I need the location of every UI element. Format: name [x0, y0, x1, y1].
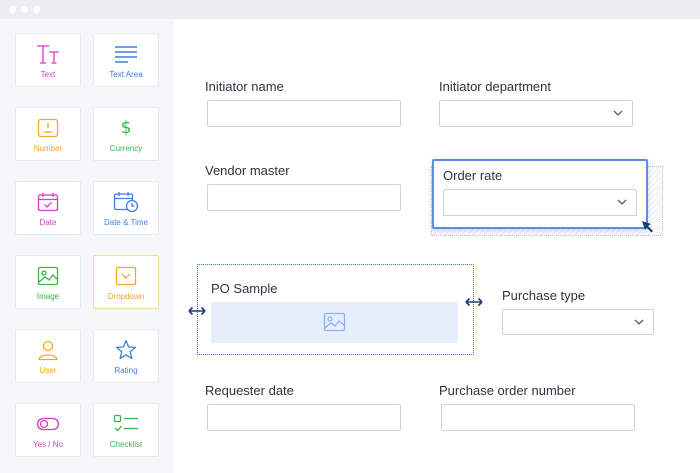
- vendor-master-label: Vendor master: [205, 163, 290, 178]
- chevron-down-icon: [634, 319, 644, 325]
- palette-tile-image[interactable]: Image: [15, 255, 81, 309]
- palette-tile-label: Number: [33, 144, 63, 153]
- order-rate-label: Order rate: [443, 168, 503, 183]
- palette-tile-label: Date: [39, 218, 57, 227]
- image-placeholder[interactable]: [211, 302, 458, 343]
- purchase-type-label: Purchase type: [502, 288, 586, 303]
- vendor-master-input[interactable]: [207, 184, 401, 211]
- resize-handle-left-icon[interactable]: [188, 305, 206, 317]
- chevron-down-icon: [617, 199, 627, 205]
- text-icon: [16, 43, 80, 65]
- initiator-name-input[interactable]: [207, 100, 401, 127]
- palette-tile-number[interactable]: Number: [15, 107, 81, 161]
- window-dot[interactable]: [9, 6, 16, 13]
- initiator-department-select[interactable]: [439, 100, 633, 127]
- chevron-down-icon: [613, 110, 623, 116]
- palette-tile-date-time[interactable]: Date & Time: [93, 181, 159, 235]
- order-rate-field-card[interactable]: Order rate: [432, 159, 648, 229]
- initiator-department-label: Initiator department: [439, 79, 552, 94]
- date-icon: [16, 191, 80, 213]
- palette-tile-checklist[interactable]: Checklist: [93, 403, 159, 457]
- palette-tile-dropdown[interactable]: Dropdown: [93, 255, 159, 309]
- initiator-name-label: Initiator name: [205, 79, 284, 94]
- palette-tile-label: Checklist: [109, 440, 143, 449]
- palette-tile-yes-no[interactable]: Yes / No: [15, 403, 81, 457]
- purchase-type-select[interactable]: [502, 309, 654, 335]
- field-palette: Text Text Area Number $ Currency Date Da…: [0, 19, 174, 473]
- po-sample-label: PO Sample: [211, 281, 278, 296]
- palette-tile-label: Dropdown: [107, 292, 145, 301]
- image-icon: [323, 312, 346, 332]
- palette-tile-label: Text: [40, 70, 56, 79]
- palette-tile-date[interactable]: Date: [15, 181, 81, 235]
- resize-cursor-icon: [642, 221, 653, 233]
- palette-tile-rating[interactable]: Rating: [93, 329, 159, 383]
- palette-tile-currency[interactable]: $ Currency: [93, 107, 159, 161]
- palette-tile-user[interactable]: User: [15, 329, 81, 383]
- palette-tile-label: Date & Time: [103, 218, 148, 227]
- palette-tile-label: Yes / No: [33, 440, 63, 449]
- palette-tile-label: Text Area: [109, 70, 143, 79]
- resize-handle-right-icon[interactable]: [465, 296, 483, 308]
- purchase-order-number-label: Purchase order number: [439, 383, 576, 398]
- order-rate-select[interactable]: [443, 189, 637, 216]
- window-dot[interactable]: [33, 6, 40, 13]
- requester-date-input[interactable]: [207, 404, 401, 431]
- requester-date-label: Requester date: [205, 383, 294, 398]
- rating-icon: [94, 339, 158, 361]
- form-builder-window: Text Text Area Number $ Currency Date Da…: [0, 0, 700, 473]
- date-time-icon: [94, 191, 158, 213]
- toggle-icon: [16, 413, 80, 435]
- currency-icon: $: [120, 118, 132, 138]
- palette-tile-label: Currency: [109, 144, 143, 153]
- window-titlebar: [0, 0, 700, 19]
- window-dot[interactable]: [21, 6, 28, 13]
- image-icon: [16, 265, 80, 287]
- checklist-icon: [94, 413, 158, 435]
- purchase-order-number-input[interactable]: [441, 404, 635, 431]
- dropdown-icon: [94, 265, 158, 287]
- palette-tile-text[interactable]: Text: [15, 33, 81, 87]
- palette-tile-text-area[interactable]: Text Area: [93, 33, 159, 87]
- palette-tile-label: User: [39, 366, 57, 375]
- text-area-icon: [94, 43, 158, 65]
- number-icon: [16, 117, 80, 139]
- user-icon: [16, 339, 80, 361]
- palette-tile-label: Image: [36, 292, 60, 301]
- palette-tile-label: Rating: [114, 366, 138, 375]
